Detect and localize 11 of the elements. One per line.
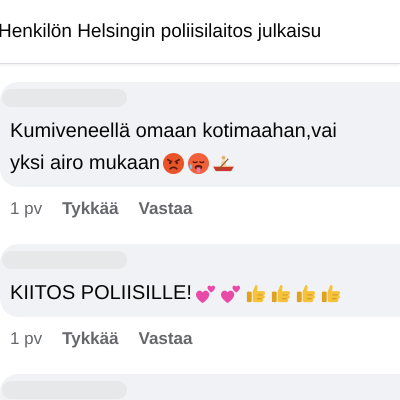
comment-time: 1 pv [10, 329, 42, 349]
comment-text: Kumiveneellä omaan kotimaahan,vai [10, 120, 337, 142]
comment-text: KIITOS POLIISILLE! [10, 282, 192, 304]
reply-link[interactable]: Vastaa [138, 199, 192, 219]
angry-face-icon [162, 152, 186, 174]
like-link[interactable]: Tykkää [62, 199, 119, 219]
comment-text: yksi airo mukaan [10, 152, 160, 174]
comment-time: 1 pv [10, 199, 42, 219]
reply-link[interactable]: Vastaa [138, 329, 192, 349]
hot-face-icon [187, 152, 210, 174]
like-link[interactable]: Tykkää [62, 329, 119, 349]
